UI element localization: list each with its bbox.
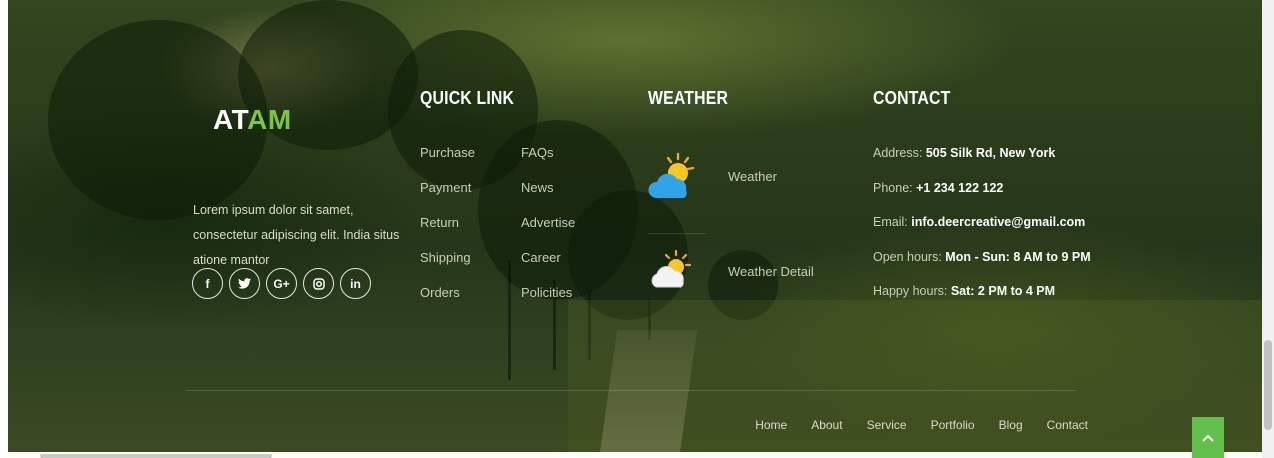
weather-divider	[648, 233, 706, 234]
weather-title: WEATHER	[648, 88, 729, 108]
scrollbar-thumb[interactable]	[1264, 340, 1272, 430]
weather-item[interactable]: Weather Detail	[648, 247, 814, 295]
google-plus-icon[interactable]: G+	[266, 268, 297, 299]
chevron-up-icon	[1202, 434, 1214, 442]
quick-link-item[interactable]: Orders	[420, 283, 475, 318]
quick-link-item[interactable]: News	[521, 178, 575, 213]
contact-address: Address: 505 Silk Rd, New York	[873, 143, 1091, 178]
contact-phone: Phone: +1 234 122 122	[873, 178, 1091, 213]
sun-cloud-icon	[648, 152, 695, 198]
twitter-bird-icon	[238, 278, 251, 289]
social-links: f G+ in	[192, 268, 371, 299]
quick-link-item[interactable]: Advertise	[521, 213, 575, 248]
quick-link-item[interactable]: Career	[521, 248, 575, 283]
quick-link-item[interactable]: Purchase	[420, 143, 475, 178]
bottom-nav-contact[interactable]: Contact	[1047, 418, 1088, 432]
contact-email: Email: info.deercreative@gmail.com	[873, 212, 1091, 247]
linkedin-icon[interactable]: in	[340, 268, 371, 299]
bottom-nav-about[interactable]: About	[811, 418, 842, 432]
bottom-nav-home[interactable]: Home	[755, 418, 787, 432]
vertical-scrollbar[interactable]	[1262, 0, 1274, 458]
back-to-top-button[interactable]	[1192, 417, 1224, 458]
horizontal-scrollbar[interactable]	[40, 454, 272, 458]
quick-link-item[interactable]: Payment	[420, 178, 475, 213]
contact-happy-value: Sat: 2 PM to 4 PM	[950, 284, 1056, 298]
contact-phone-label: Phone:	[873, 180, 913, 195]
contact-title: CONTACT	[873, 88, 951, 108]
contact-phone-value[interactable]: +1 234 122 122	[916, 181, 1003, 195]
contact-list: Address: 505 Silk Rd, New York Phone: +1…	[873, 143, 1091, 316]
contact-open-label: Open hours:	[873, 249, 942, 264]
contact-happy-hours: Happy hours: Sat: 2 PM to 4 PM	[873, 281, 1091, 316]
background-trunk	[508, 260, 511, 380]
weather-label: Weather Detail	[728, 263, 814, 279]
bottom-nav-blog[interactable]: Blog	[999, 418, 1023, 432]
about-text: Lorem ipsum dolor sit samet, consectetur…	[193, 203, 400, 267]
background-path	[598, 330, 698, 452]
brand-logo-part1: AT	[213, 104, 248, 135]
instagram-camera-icon	[312, 277, 325, 290]
bottom-nav-portfolio[interactable]: Portfolio	[931, 418, 975, 432]
contact-address-value: 505 Silk Rd, New York	[925, 146, 1056, 160]
quick-link-item[interactable]: Return	[420, 213, 475, 248]
quick-link-list-1: Purchase Payment Return Shipping Orders	[420, 143, 475, 318]
weather-label: Weather	[728, 168, 777, 184]
footer-divider	[186, 390, 1076, 391]
contact-address-label: Address:	[873, 146, 923, 160]
bottom-nav: Home About Service Portfolio Blog Contac…	[755, 418, 1088, 432]
instagram-icon[interactable]	[303, 268, 334, 299]
contact-open-value: Mon - Sun: 8 AM to 9 PM	[945, 249, 1091, 264]
bottom-nav-service[interactable]: Service	[867, 418, 907, 432]
quick-link-item[interactable]: Shipping	[420, 248, 475, 283]
facebook-icon[interactable]: f	[192, 268, 223, 299]
sun-cloud-white-icon	[651, 249, 692, 288]
quick-link-item[interactable]: Policities	[521, 283, 575, 318]
weather-item[interactable]: Weather	[648, 150, 777, 202]
contact-open-hours: Open hours: Mon - Sun: 8 AM to 9 PM	[873, 247, 1091, 282]
quick-link-title: QUICK LINK	[420, 88, 515, 108]
twitter-icon[interactable]	[229, 268, 260, 299]
contact-email-label: Email:	[873, 215, 908, 229]
brand-logo[interactable]: ATAM	[213, 104, 292, 136]
contact-happy-label: Happy hours:	[873, 284, 948, 298]
quick-link-item[interactable]: FAQs	[521, 143, 575, 178]
contact-email-value[interactable]: info.deercreative@gmail.com	[911, 215, 1085, 229]
brand-logo-part2: AM	[247, 104, 292, 135]
quick-link-list-2: FAQs News Advertise Career Policities	[521, 143, 575, 318]
